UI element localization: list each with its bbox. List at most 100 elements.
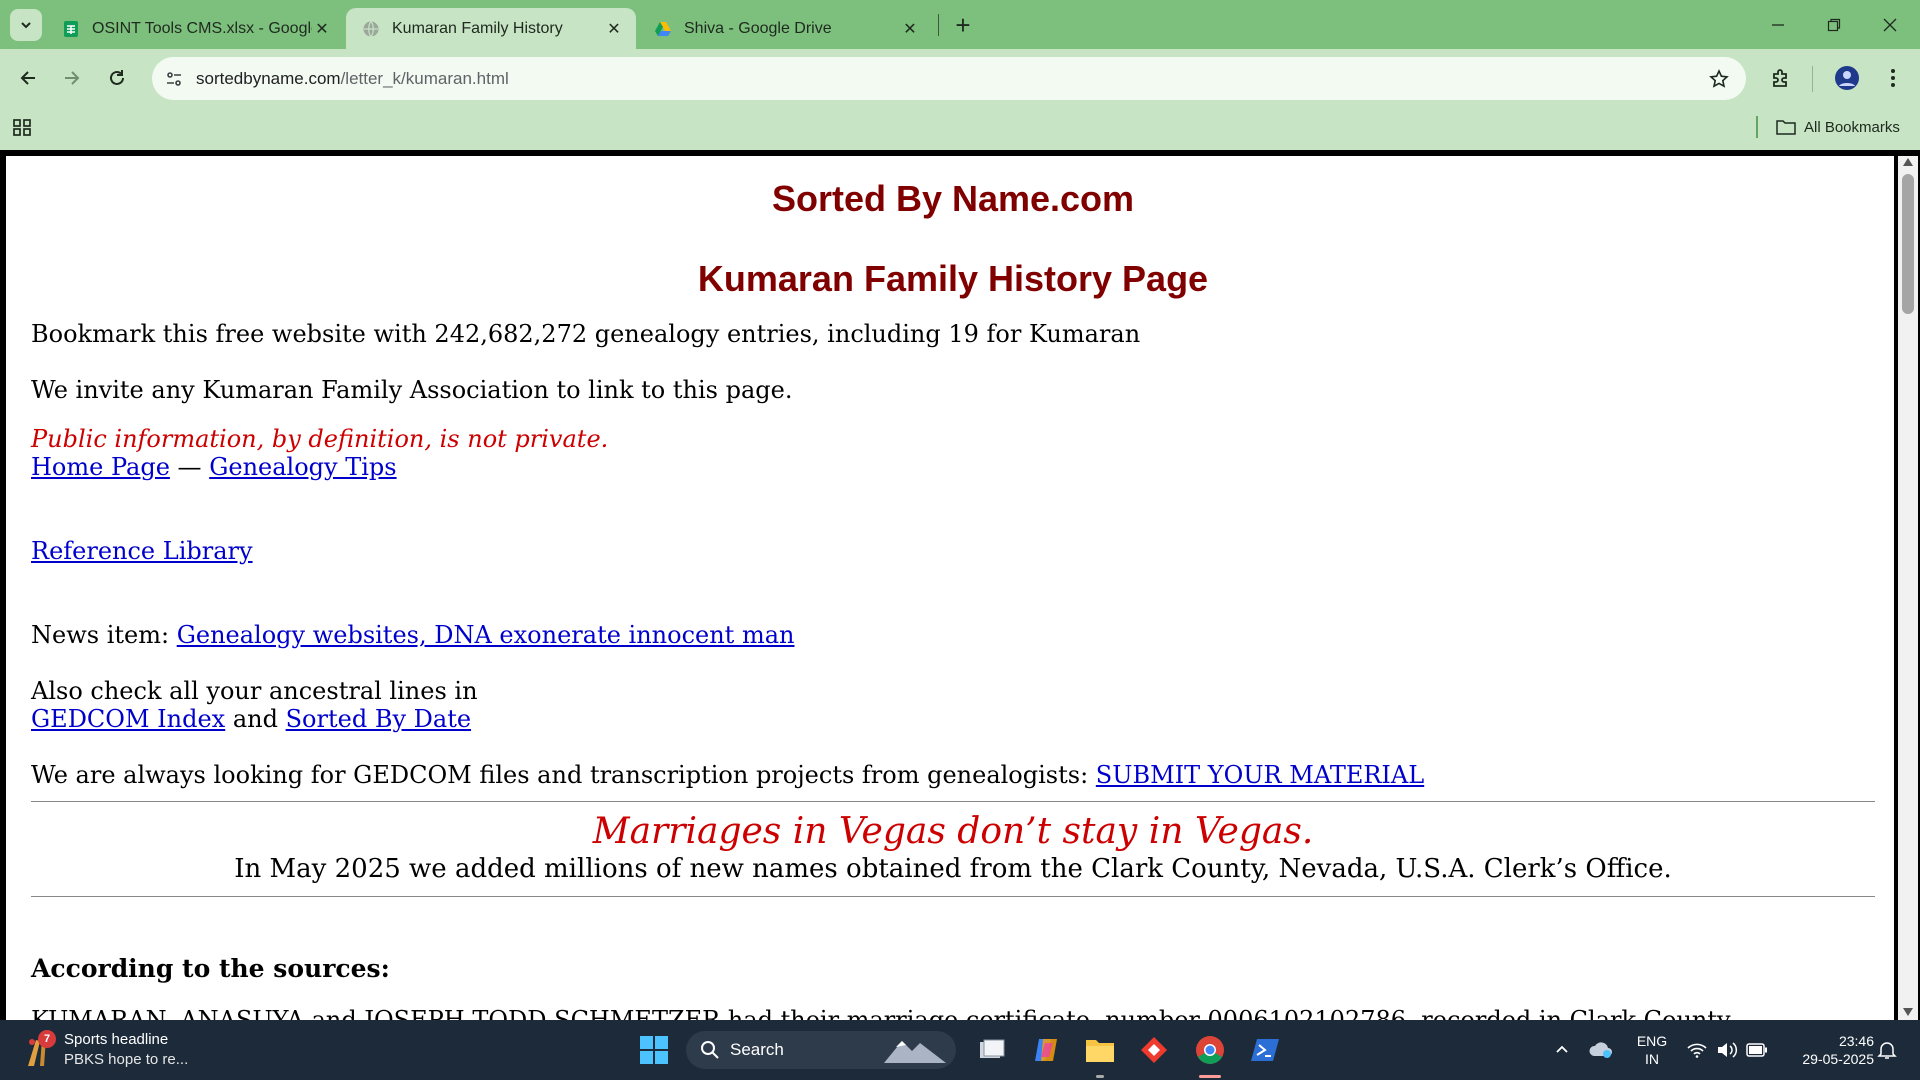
gedcom-index-link[interactable]: GEDCOM Index (31, 705, 225, 733)
apps-grid-icon (13, 119, 31, 136)
volume-button[interactable] (1714, 1030, 1740, 1070)
clock-time: 23:46 (1838, 1033, 1874, 1049)
start-button[interactable] (634, 1030, 674, 1070)
tab-osint-sheet[interactable]: OSINT Tools CMS.xlsx - Google ✕ (46, 8, 344, 49)
tab-drive[interactable]: Shiva - Google Drive ✕ (638, 8, 932, 49)
chrome-button[interactable] (1190, 1030, 1230, 1070)
task-view-icon (980, 1039, 1005, 1058)
bookmarks-separator (1756, 116, 1758, 138)
tab-kumaran[interactable]: Kumaran Family History ✕ (346, 8, 636, 49)
chevron-up-icon (1556, 1045, 1568, 1053)
also-check-text: Also check all your ancestral lines in (31, 677, 478, 705)
all-bookmarks-button[interactable]: All Bookmarks (1776, 113, 1900, 141)
notification-badge: 7 (38, 1030, 56, 1048)
minimize-icon (1772, 23, 1784, 26)
page-scrollbar[interactable] (1898, 156, 1918, 1020)
chevron-down-icon (21, 22, 31, 29)
more-vertical-icon (1891, 69, 1895, 87)
restore-icon (1827, 18, 1841, 31)
search-label: Search (730, 1040, 784, 1059)
close-icon[interactable]: ✕ (312, 19, 332, 39)
tab-strip: OSINT Tools CMS.xlsx - Google ✕ Kumaran … (0, 0, 1920, 49)
profile-avatar[interactable] (1832, 63, 1862, 93)
taskbar: 7 Sports headline PBKS hope to re... Sea… (0, 1020, 1920, 1080)
address-bar[interactable]: sortedbyname.com/letter_k/kumaran.html (152, 57, 1746, 100)
tab-search-button[interactable] (10, 9, 42, 41)
news-item-link[interactable]: Genealogy websites, DNA exonerate innoce… (177, 621, 795, 649)
genealogy-tips-link[interactable]: Genealogy Tips (209, 453, 396, 481)
battery-icon (1746, 1043, 1767, 1057)
puzzle-icon (1773, 69, 1787, 87)
news-subtitle: PBKS hope to re... (64, 1051, 189, 1068)
notifications-button[interactable] (1874, 1030, 1900, 1070)
file-explorer-button[interactable] (1080, 1030, 1120, 1070)
minimize-button[interactable] (1750, 0, 1806, 49)
scroll-up-arrow-icon[interactable] (1903, 158, 1913, 166)
new-tab-button[interactable]: + (948, 10, 978, 40)
extensions-button[interactable] (1766, 63, 1796, 93)
tab-title: Shiva - Google Drive (684, 19, 832, 37)
news-title: Sports headline (64, 1031, 169, 1048)
close-icon[interactable]: ✕ (604, 19, 624, 39)
anydesk-button[interactable] (1134, 1030, 1174, 1070)
divider (31, 801, 1875, 802)
all-bookmarks-label: All Bookmarks (1804, 118, 1900, 136)
forward-button[interactable] (56, 62, 88, 94)
divider (31, 896, 1875, 897)
onedrive-tray-button[interactable] (1586, 1030, 1616, 1070)
battery-button[interactable] (1744, 1030, 1770, 1070)
public-info-notice: Public information, by definition, is no… (31, 425, 609, 453)
home-page-link[interactable]: Home Page (31, 453, 170, 481)
tab-title: OSINT Tools CMS.xlsx - Google (92, 19, 312, 37)
submit-material-link[interactable]: SUBMIT YOUR MATERIAL (1096, 761, 1424, 789)
bookmarks-bar: All Bookmarks (0, 108, 1920, 150)
dash-separator: — (169, 453, 210, 481)
invite-line: We invite any Kumaran Family Association… (31, 376, 793, 404)
reload-button[interactable] (101, 62, 133, 94)
sorted-by-date-link[interactable]: Sorted By Date (286, 705, 471, 733)
powershell-button[interactable] (1246, 1030, 1286, 1070)
clock[interactable]: 23:46 29-05-2025 (1784, 1032, 1874, 1068)
site-title: Sorted By Name.com (771, 178, 1135, 219)
task-view-button[interactable] (972, 1030, 1012, 1070)
close-icon (1883, 18, 1897, 31)
apps-button[interactable] (12, 116, 36, 140)
running-indicator (1096, 1075, 1104, 1078)
cricket-icon: 7 (22, 1030, 56, 1068)
news-widget[interactable]: 7 Sports headline PBKS hope to re... (22, 1030, 188, 1070)
close-window-button[interactable] (1862, 0, 1918, 49)
browser-menu-button[interactable] (1878, 63, 1908, 93)
restore-button[interactable] (1806, 0, 1862, 49)
notification-bell-icon (1877, 1042, 1897, 1059)
tab-separator (938, 14, 939, 36)
toolbar: sortedbyname.com/letter_k/kumaran.html (0, 49, 1920, 108)
sources-heading: According to the sources: (31, 954, 390, 983)
toolbar-separator (1812, 66, 1813, 92)
avatar-icon (1835, 66, 1859, 90)
wifi-icon (1687, 1043, 1707, 1058)
copilot-button[interactable] (1026, 1030, 1066, 1070)
language-indicator[interactable]: ENG IN (1632, 1032, 1672, 1068)
vegas-headline: Marriages in Vegas don’t stay in Vegas. (592, 811, 1314, 852)
and-text: and (225, 705, 286, 733)
index-links: GEDCOM Index and Sorted By Date (31, 705, 471, 733)
scroll-down-arrow-icon[interactable] (1903, 1008, 1913, 1016)
active-app-indicator (1199, 1075, 1221, 1078)
back-button[interactable] (12, 62, 44, 94)
bookmark-star-icon[interactable] (1708, 68, 1730, 90)
site-info-icon[interactable] (164, 69, 184, 89)
arrow-left-icon (20, 71, 35, 85)
sheets-icon (62, 20, 80, 38)
speaker-icon (1718, 1042, 1738, 1058)
reference-library-link[interactable]: Reference Library (31, 537, 253, 565)
lang-region: IN (1645, 1051, 1659, 1067)
show-hidden-icons-button[interactable] (1550, 1030, 1574, 1070)
taskbar-search[interactable]: Search (686, 1031, 956, 1069)
close-icon[interactable]: ✕ (900, 19, 920, 39)
vegas-subtext: In May 2025 we added millions of new nam… (234, 854, 1672, 884)
news-prefix: News item: (31, 621, 177, 649)
record-line: KUMARAN, ANASUYA and JOSEPH TODD SCHMETZ… (31, 1006, 1731, 1020)
folder-icon (1086, 1040, 1114, 1062)
wifi-button[interactable] (1684, 1030, 1710, 1070)
scroll-thumb[interactable] (1902, 174, 1914, 314)
